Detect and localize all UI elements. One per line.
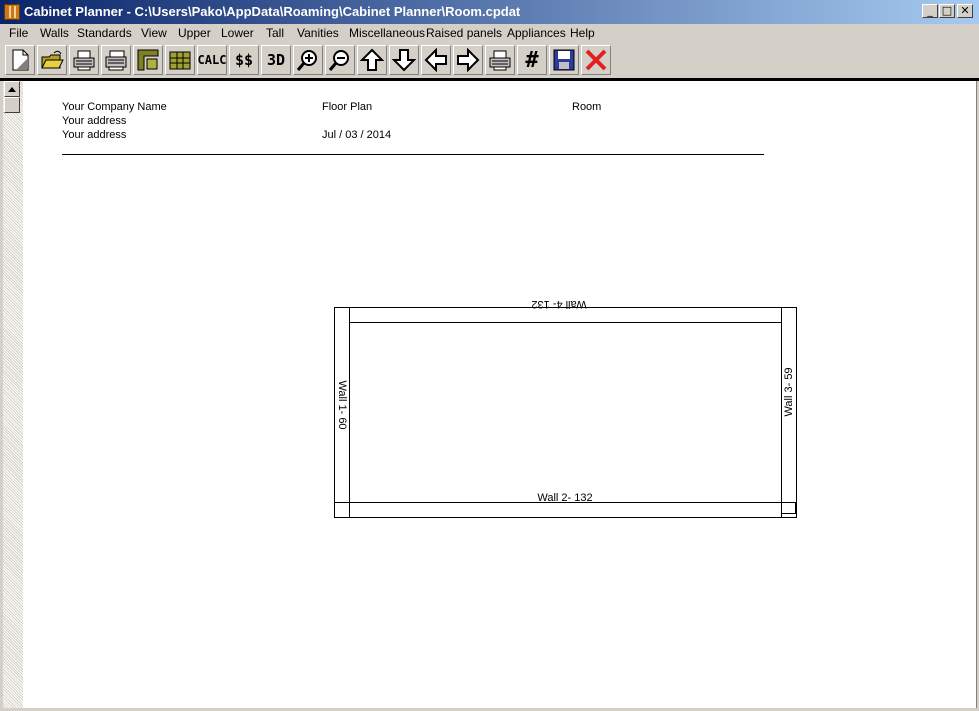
menu-lower[interactable]: Lower	[221, 26, 254, 40]
cost-label: $$	[234, 51, 254, 69]
title-bar: Cabinet Planner - C:\Users\Pako\AppData\…	[0, 0, 979, 24]
hash-label: #	[525, 47, 539, 73]
maximize-button[interactable]: □	[939, 4, 955, 18]
wall-1-label: Wall 1- 60	[336, 380, 348, 430]
grid-hash-button[interactable]: #	[517, 45, 547, 75]
corner-cabinet-button[interactable]	[133, 45, 163, 75]
move-left-button[interactable]	[421, 45, 451, 75]
print-icon	[73, 50, 95, 71]
room-outer-wall	[334, 307, 797, 518]
print-preview-button[interactable]	[101, 45, 131, 75]
menu-raised-panels[interactable]: Raised panels	[426, 26, 502, 40]
calc-label: CALC	[197, 53, 227, 67]
scroll-up-button[interactable]	[4, 81, 20, 97]
zoom-in-icon	[296, 50, 317, 71]
3d-label: 3D	[266, 51, 286, 69]
toolbar: CALC $$ 3D #	[0, 44, 979, 78]
menu-miscellaneous[interactable]: Miscellaneous	[349, 26, 425, 40]
save-button[interactable]	[549, 45, 579, 75]
move-down-button[interactable]	[389, 45, 419, 75]
save-disk-icon	[553, 49, 575, 71]
room-inner-wall	[349, 322, 782, 503]
menu-walls[interactable]: Walls	[40, 26, 69, 40]
menu-standards[interactable]: Standards	[77, 26, 132, 40]
scroll-up-arrow-icon	[8, 87, 16, 92]
delete-button[interactable]	[581, 45, 611, 75]
printer-button[interactable]	[485, 45, 515, 75]
scroll-thumb[interactable]	[4, 97, 20, 113]
wall-3-label: Wall 3- 59	[783, 367, 795, 417]
new-file-icon	[12, 49, 29, 71]
floor-plan-canvas: Your Company Name Your address Your addr…	[23, 81, 977, 708]
move-right-button[interactable]	[453, 45, 483, 75]
arrow-left-icon	[424, 48, 447, 72]
printer-icon	[489, 50, 511, 71]
print-button[interactable]	[69, 45, 99, 75]
open-folder-icon	[41, 50, 64, 69]
cabinet-grid-button[interactable]	[165, 45, 195, 75]
vertical-scrollbar[interactable]	[3, 81, 23, 708]
wall-4-label: Wall 4- 132	[531, 298, 587, 310]
arrow-up-icon	[360, 48, 384, 71]
arrow-right-icon	[457, 48, 480, 72]
menu-vanities[interactable]: Vanities	[297, 26, 339, 40]
wall-2-label: Wall 2- 132	[537, 492, 593, 504]
menu-file[interactable]: File	[9, 26, 28, 40]
corner-marker	[781, 502, 796, 514]
print-preview-icon	[105, 50, 127, 71]
menu-help[interactable]: Help	[570, 26, 595, 40]
move-up-button[interactable]	[357, 45, 387, 75]
menu-view[interactable]: View	[141, 26, 167, 40]
app-icon	[4, 4, 20, 20]
open-folder-button[interactable]	[37, 45, 67, 75]
red-x-icon	[585, 49, 607, 71]
cabinet-grid-icon	[169, 51, 191, 70]
zoom-out-icon	[328, 50, 349, 71]
window-title: Cabinet Planner - C:\Users\Pako\AppData\…	[24, 4, 521, 19]
menu-tall[interactable]: Tall	[266, 26, 284, 40]
zoom-in-button[interactable]	[293, 45, 323, 75]
calc-button[interactable]: CALC	[197, 45, 227, 75]
corner-cabinet-icon	[137, 49, 159, 71]
cost-button[interactable]: $$	[229, 45, 259, 75]
minimize-button[interactable]: _	[922, 4, 938, 18]
new-file-button[interactable]	[5, 45, 35, 75]
menu-bar: File Walls Standards View Upper Lower Ta…	[0, 24, 979, 44]
room-outline	[334, 307, 797, 518]
arrow-down-icon	[392, 49, 416, 72]
3d-view-button[interactable]: 3D	[261, 45, 291, 75]
menu-upper[interactable]: Upper	[178, 26, 211, 40]
zoom-out-button[interactable]	[325, 45, 355, 75]
menu-appliances[interactable]: Appliances	[507, 26, 566, 40]
close-button[interactable]: ✕	[957, 4, 973, 18]
